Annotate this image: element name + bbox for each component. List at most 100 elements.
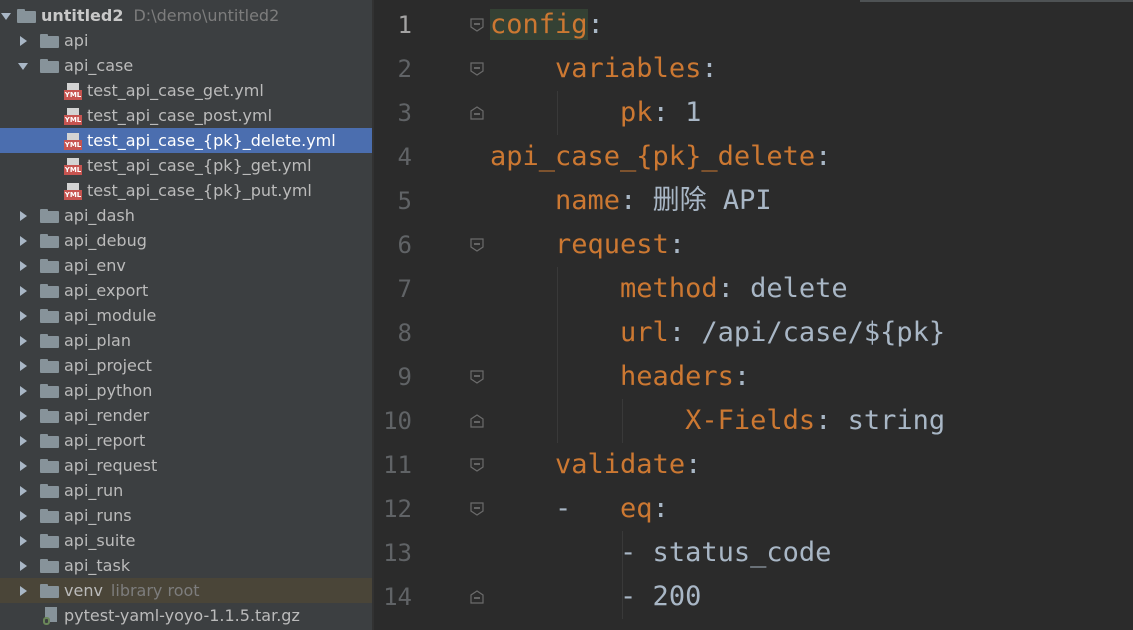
folder-icon: [40, 334, 59, 348]
line-number: 2: [397, 55, 412, 83]
code-line[interactable]: method: delete: [490, 267, 848, 311]
fold-marker-icon[interactable]: [470, 370, 484, 384]
tree-item-label: test_api_case_{pk}_get.yml: [87, 156, 312, 175]
code-line[interactable]: - 200: [490, 575, 701, 619]
chevron-down-icon[interactable]: [17, 53, 29, 78]
code-line[interactable]: X-Fields: string: [490, 399, 945, 443]
yml-file-icon: YML: [64, 83, 82, 100]
code-line[interactable]: config:: [490, 3, 604, 47]
tree-item-label: pytest-yaml-yoyo-1.1.5.tar.gz: [64, 606, 300, 625]
yaml-value: - 200: [620, 581, 702, 612]
chevron-right-icon[interactable]: [17, 503, 29, 528]
fold-marker-icon[interactable]: [470, 458, 484, 472]
tree-folder-item[interactable]: api_report: [0, 428, 372, 453]
tree-folder-item[interactable]: api_case: [0, 53, 372, 78]
folder-icon: [40, 34, 59, 48]
chevron-right-icon[interactable]: [17, 353, 29, 378]
tree-folder-item[interactable]: api_runs: [0, 503, 372, 528]
fold-end-icon[interactable]: [470, 106, 484, 120]
tree-root[interactable]: untitled2 D:\demo\untitled2: [0, 3, 372, 28]
folder-icon: [40, 309, 59, 323]
chevron-right-icon[interactable]: [17, 203, 29, 228]
editor-tab-edge: [860, 0, 1133, 2]
tree-folder-item[interactable]: api_module: [0, 303, 372, 328]
tree-file-item[interactable]: YML test_api_case_post.yml: [0, 103, 372, 128]
tree-item-label: api_report: [64, 431, 146, 450]
chevron-right-icon[interactable]: [17, 28, 29, 53]
chevron-right-icon[interactable]: [17, 228, 29, 253]
chevron-right-icon[interactable]: [17, 403, 29, 428]
chevron-right-icon[interactable]: [17, 478, 29, 503]
tree-folder-item[interactable]: api_project: [0, 353, 372, 378]
chevron-right-icon[interactable]: [17, 578, 29, 603]
code-line[interactable]: validate:: [490, 443, 701, 487]
tree-folder-item[interactable]: venv library root: [0, 578, 372, 603]
yaml-key: name: [555, 185, 621, 216]
chevron-right-icon[interactable]: [17, 378, 29, 403]
yaml-key: url: [620, 317, 669, 348]
tree-file-item[interactable]: YML test_api_case_{pk}_put.yml: [0, 178, 372, 203]
code-line[interactable]: - status_code: [490, 531, 831, 575]
code-line[interactable]: name: 删除 API: [490, 179, 772, 223]
yml-file-icon: YML: [64, 183, 82, 200]
tree-file-item[interactable]: YML test_api_case_{pk}_get.yml: [0, 153, 372, 178]
folder-icon: [40, 284, 59, 298]
code-line[interactable]: variables:: [490, 47, 718, 91]
tree-item-label: api_render: [64, 406, 150, 425]
tree-file-item[interactable]: YML test_api_case_{pk}_delete.yml: [0, 128, 372, 153]
tree-folder-item[interactable]: api_render: [0, 403, 372, 428]
chevron-right-icon[interactable]: [17, 278, 29, 303]
chevron-down-icon[interactable]: [0, 3, 12, 28]
tree-item-label: test_api_case_get.yml: [87, 81, 264, 100]
fold-marker-icon[interactable]: [470, 238, 484, 252]
folder-icon: [40, 584, 59, 598]
code-line[interactable]: request:: [490, 223, 685, 267]
line-number: 13: [383, 539, 412, 567]
tree-item-label: api: [64, 31, 89, 50]
tree-folder-item[interactable]: api_suite: [0, 528, 372, 553]
tree-folder-item[interactable]: api_plan: [0, 328, 372, 353]
tree-folder-item[interactable]: api_python: [0, 378, 372, 403]
fold-marker-icon[interactable]: [470, 18, 484, 32]
yaml-separator: :: [717, 273, 734, 304]
yaml-key: variables: [555, 53, 702, 84]
chevron-right-icon[interactable]: [17, 453, 29, 478]
folder-icon: [40, 459, 59, 473]
fold-marker-icon[interactable]: [470, 502, 484, 516]
chevron-right-icon[interactable]: [17, 528, 29, 553]
chevron-right-icon[interactable]: [17, 553, 29, 578]
tree-item-label: api_case: [64, 56, 134, 75]
line-number: 7: [397, 275, 412, 303]
tree-folder-item[interactable]: api_request: [0, 453, 372, 478]
tree-file-item[interactable]: YML test_api_case_get.yml: [0, 78, 372, 103]
code-line[interactable]: headers:: [490, 355, 750, 399]
chevron-right-icon[interactable]: [17, 328, 29, 353]
tree-folder-item[interactable]: api_task: [0, 553, 372, 578]
tree-folder-item[interactable]: api_run: [0, 478, 372, 503]
tree-folder-item[interactable]: api_dash: [0, 203, 372, 228]
tree-item-label: test_api_case_{pk}_delete.yml: [87, 131, 336, 150]
code-line[interactable]: url: /api/case/${pk}: [490, 311, 945, 355]
code-line[interactable]: - eq:: [490, 487, 669, 531]
yaml-separator: :: [620, 185, 637, 216]
tree-item-label: api_module: [64, 306, 157, 325]
fold-end-icon[interactable]: [470, 590, 484, 604]
fold-end-icon[interactable]: [470, 414, 484, 428]
line-number: 9: [397, 363, 412, 391]
chevron-right-icon[interactable]: [17, 303, 29, 328]
chevron-right-icon[interactable]: [17, 253, 29, 278]
tree-folder-item[interactable]: api_env: [0, 253, 372, 278]
tree-folder-item[interactable]: api_export: [0, 278, 372, 303]
line-number: 10: [383, 407, 412, 435]
code-line[interactable]: api_case_{pk}_delete:: [490, 135, 831, 179]
tree-folder-item[interactable]: api: [0, 28, 372, 53]
folder-icon: [40, 259, 59, 273]
root-folder-path: D:\demo\untitled2: [133, 6, 280, 25]
chevron-right-icon[interactable]: [17, 428, 29, 453]
indent-guide: [622, 531, 623, 619]
tree-folder-item[interactable]: api_debug: [0, 228, 372, 253]
code-line[interactable]: pk: 1: [490, 91, 701, 135]
fold-marker-icon[interactable]: [470, 62, 484, 76]
tree-file-item[interactable]: pytest-yaml-yoyo-1.1.5.tar.gz: [0, 603, 372, 628]
yaml-key: headers: [620, 361, 734, 392]
